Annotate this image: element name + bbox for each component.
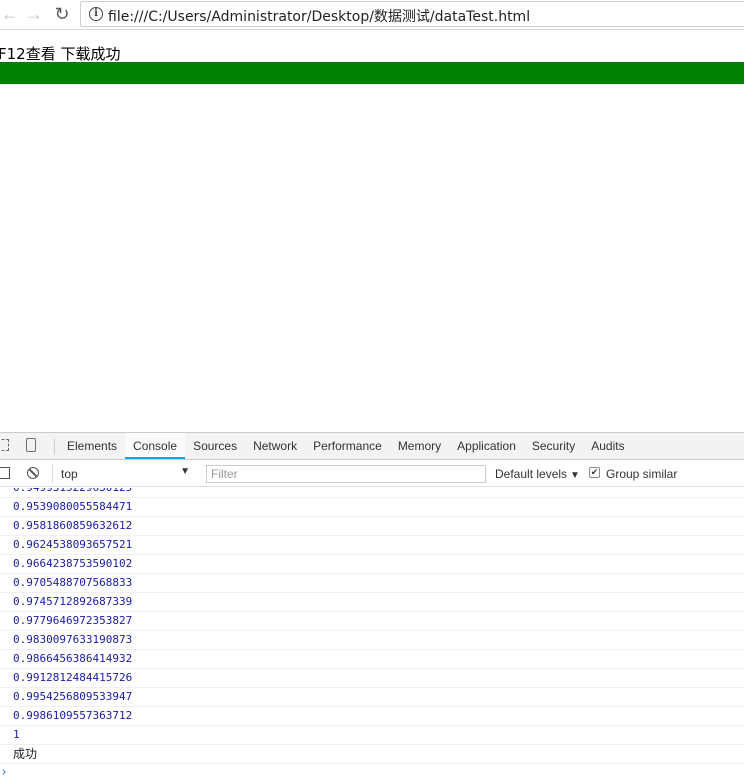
dropdown-arrow-icon: ▼ [570, 470, 580, 481]
console-log-row: 0.9539080055584471 [0, 498, 744, 517]
inspect-element-icon[interactable] [0, 439, 9, 451]
console-sidebar-icon[interactable] [0, 467, 10, 479]
console-log-row: 成功 [0, 745, 744, 764]
default-levels-label: Default levels [495, 467, 568, 481]
tab-elements[interactable]: Elements [59, 433, 125, 459]
console-log-row: 1 [0, 726, 744, 745]
tab-performance[interactable]: Performance [305, 433, 390, 459]
console-log-row: 0.9866456386414932 [0, 650, 744, 669]
default-levels-dropdown[interactable]: Default levels ▼ [495, 467, 580, 481]
filter-input[interactable] [206, 465, 486, 483]
console-log-row: 0.9664238753590102 [0, 555, 744, 574]
console-log-row: 0.9624538093657521 [0, 536, 744, 555]
tab-memory[interactable]: Memory [390, 433, 449, 459]
forward-arrow-icon[interactable]: → [24, 4, 44, 24]
dropdown-arrow-icon: ▼ [180, 466, 190, 477]
tab-console[interactable]: Console [125, 433, 186, 459]
tab-application[interactable]: Application [449, 433, 524, 459]
console-prompt-icon[interactable]: › [0, 764, 744, 778]
console-log-row: 0.9581860859632612 [0, 517, 744, 536]
console-log-row: 0.9986109557363712 [0, 707, 744, 726]
browser-toolbar: ← → ↻ i file:///C:/Users/Administrator/D… [0, 0, 744, 30]
reload-icon[interactable]: ↻ [52, 4, 72, 24]
group-similar-label: Group similar [606, 467, 678, 481]
toolbar-divider [54, 439, 55, 455]
console-log-row: 0.9830097633190873 [0, 631, 744, 650]
device-toolbar-icon[interactable] [26, 438, 36, 452]
tab-network[interactable]: Network [245, 433, 305, 459]
console-log-row: 0.9912812484415726 [0, 669, 744, 688]
console-log-row: 0.9705488707568833 [0, 574, 744, 593]
console-log-row: 0.9954256809533947 [0, 688, 744, 707]
url-text[interactable]: file:///C:/Users/Administrator/Desktop/数… [108, 6, 530, 26]
back-arrow-icon[interactable]: ← [0, 4, 20, 24]
tab-audits[interactable]: Audits [583, 433, 632, 459]
console-log-list: 0.94993152296301250.95390800555844710.95… [0, 488, 744, 778]
tab-security[interactable]: Security [524, 433, 583, 459]
context-value: top [61, 467, 78, 481]
group-similar-checkbox[interactable]: ✔ [589, 467, 600, 478]
console-toolbar: top ▼ Default levels▼ ✔ Group similar [0, 460, 744, 487]
context-selector[interactable]: top ▼ [52, 464, 194, 483]
console-log-row: 0.9499315229630125 [0, 488, 744, 498]
address-bar[interactable]: i file:///C:/Users/Administrator/Desktop… [80, 1, 744, 27]
console-log-row: 0.9779646972353827 [0, 612, 744, 631]
info-icon[interactable]: i [89, 7, 103, 21]
clear-console-icon[interactable] [27, 467, 39, 479]
download-progress-bar [0, 62, 744, 84]
tab-sources[interactable]: Sources [185, 433, 245, 459]
devtools-tabbar: Elements Console Sources Network Performance… [0, 433, 744, 460]
page-message: F12查看 下载成功 [0, 45, 121, 63]
console-log-row: 0.9745712892687339 [0, 593, 744, 612]
devtools-tabs: Elements Console Sources Network Performance… [59, 433, 633, 459]
devtools-panel: Elements Console Sources Network Performance… [0, 432, 744, 778]
console-output[interactable]: 0.94993152296301250.95390800555844710.95… [0, 488, 744, 778]
progress-fill [0, 62, 744, 84]
